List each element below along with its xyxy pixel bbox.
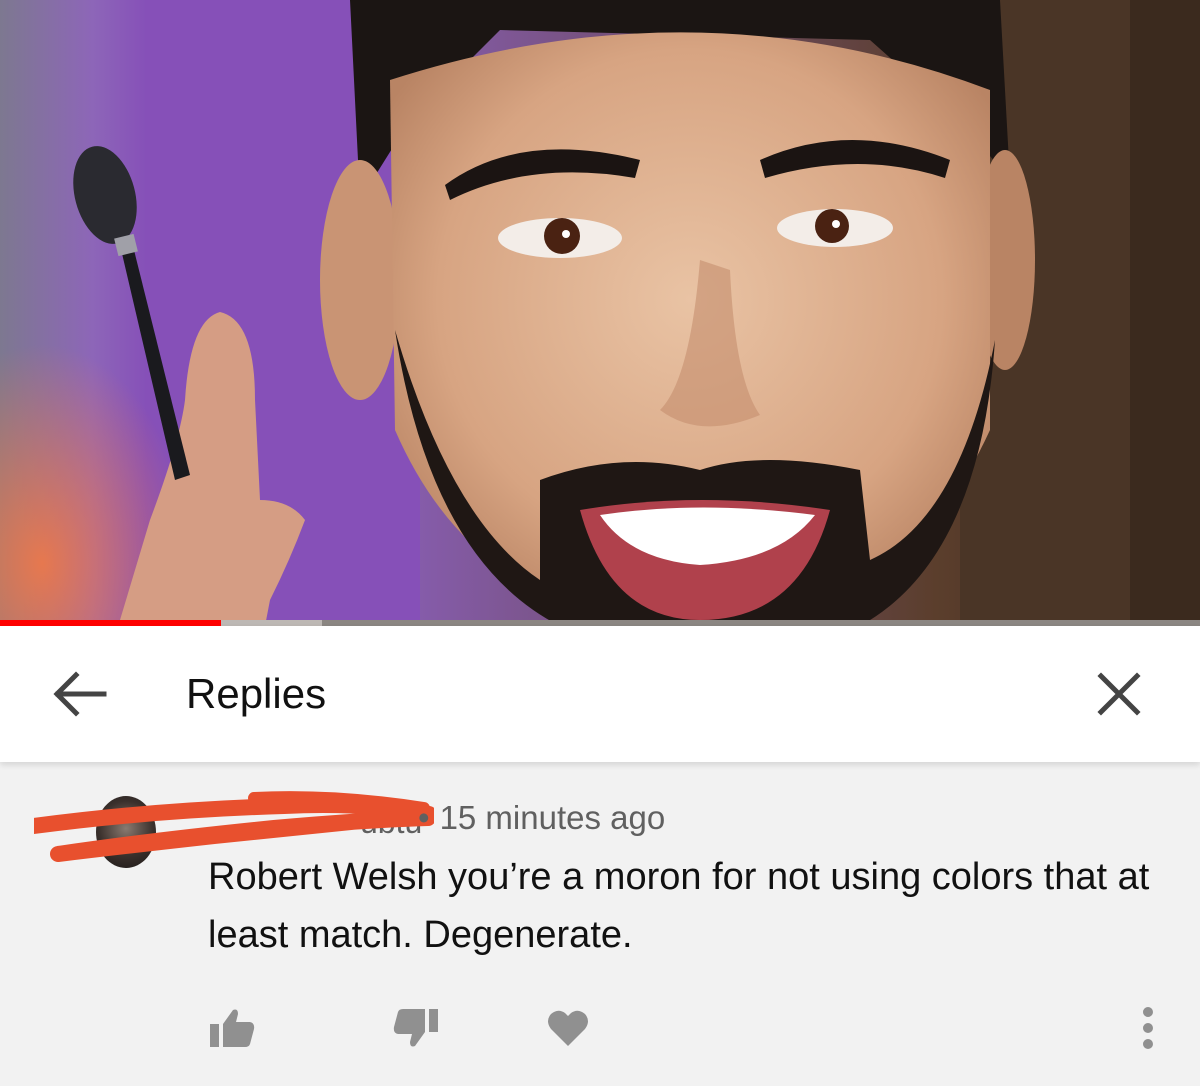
video-player[interactable] (0, 0, 1200, 626)
back-button[interactable] (44, 662, 116, 726)
arrow-left-icon (53, 671, 107, 717)
comment-meta: • 15 minutes ago (418, 798, 665, 838)
page-title: Replies (186, 670, 327, 717)
video-frame (0, 0, 1200, 626)
thumbs-down-icon (393, 1009, 438, 1047)
more-options-button[interactable] (1116, 996, 1180, 1060)
thumbs-up-icon (210, 1009, 255, 1047)
dislike-button[interactable] (384, 996, 448, 1060)
more-vertical-icon (1143, 1007, 1153, 1049)
close-icon (1097, 672, 1141, 716)
heart-icon (548, 1010, 588, 1046)
replies-header: Replies (0, 626, 1200, 762)
meta-separator: • (418, 799, 430, 836)
reply-comment: ubtu • 15 minutes ago Robert Welsh you’re… (0, 762, 1200, 1086)
heart-button[interactable] (536, 996, 600, 1060)
comment-timestamp: 15 minutes ago (439, 799, 666, 836)
comment-text: Robert Welsh you’re a moron for not usin… (208, 856, 1150, 956)
close-button[interactable] (1084, 662, 1154, 726)
like-button[interactable] (200, 996, 264, 1060)
